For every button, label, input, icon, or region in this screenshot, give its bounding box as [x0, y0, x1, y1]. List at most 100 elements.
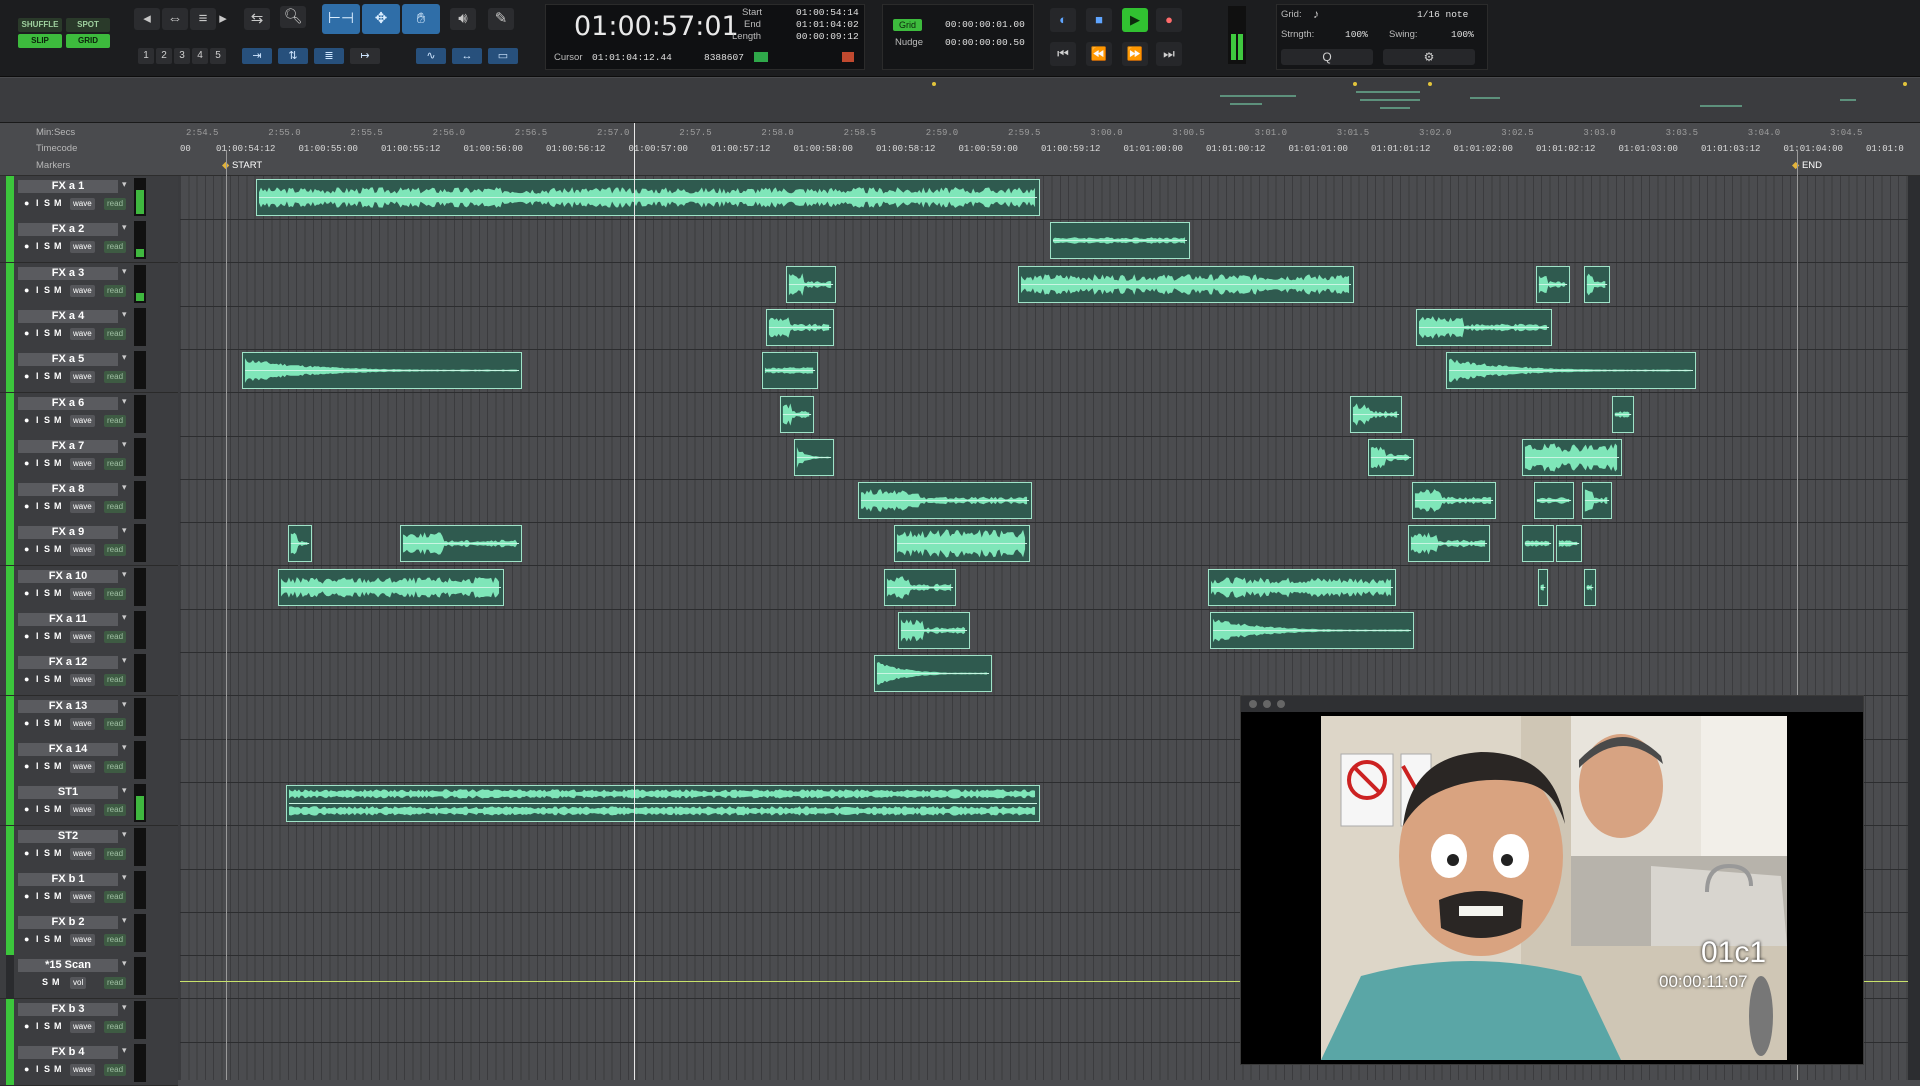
track-header[interactable]: FX b 2 ▾ ● I S Mwave read	[0, 912, 178, 956]
track-menu-icon[interactable]: ▾	[122, 179, 127, 190]
automation-mode[interactable]: read	[104, 241, 127, 253]
automation-mode[interactable]: read	[104, 588, 127, 600]
record-enable-icon[interactable]: ●	[24, 544, 29, 554]
input-button[interactable]: I	[36, 848, 39, 858]
view-selector[interactable]: wave	[70, 1021, 95, 1033]
track-name[interactable]: FX a 14	[18, 743, 118, 756]
zoomer-tool-icon[interactable]: 🔍︎	[280, 6, 306, 28]
playhead-cursor[interactable]	[634, 123, 635, 1080]
go-to-end-button[interactable]: ⏭	[1156, 42, 1182, 66]
record-enable-icon[interactable]: ●	[24, 588, 29, 598]
record-enable-icon[interactable]: ●	[24, 458, 29, 468]
view-selector[interactable]: wave	[70, 415, 95, 427]
mute-button[interactable]: M	[54, 674, 62, 684]
mute-button[interactable]: M	[54, 198, 62, 208]
solo-button[interactable]: S	[44, 415, 50, 425]
record-enable-icon[interactable]: ●	[24, 891, 29, 901]
audio-clip[interactable]	[256, 179, 1040, 216]
mute-button[interactable]: M	[54, 285, 62, 295]
solo-button[interactable]: S	[44, 674, 50, 684]
track-header[interactable]: ST2 ▾ ● I S Mwave read	[0, 826, 178, 870]
video-titlebar[interactable]	[1241, 696, 1863, 712]
solo-button[interactable]: S	[44, 588, 50, 598]
track-header[interactable]: *15 Scan ▾ S Mvol read	[0, 955, 178, 999]
view-selector[interactable]: wave	[70, 501, 95, 513]
record-enable-icon[interactable]: ●	[24, 761, 29, 771]
record-enable-icon[interactable]: ●	[24, 804, 29, 814]
audio-clip[interactable]	[242, 352, 522, 389]
track-name[interactable]: FX a 12	[18, 656, 118, 669]
track-menu-icon[interactable]: ▾	[122, 309, 127, 320]
track-name[interactable]: FX a 10	[18, 570, 118, 583]
online-icon[interactable]: ◐	[1050, 8, 1076, 32]
track-lane[interactable]	[180, 349, 1920, 393]
audio-clip[interactable]	[1538, 569, 1548, 606]
play-button[interactable]: ▶	[1122, 8, 1148, 32]
link-track-icon[interactable]: ≣	[314, 48, 344, 64]
audio-clip[interactable]	[1584, 266, 1610, 303]
mute-button[interactable]: M	[54, 718, 62, 728]
audio-clip[interactable]	[286, 785, 1040, 822]
track-header[interactable]: FX a 13 ▾ ● I S Mwave read	[0, 696, 178, 740]
audio-clip[interactable]	[1368, 439, 1414, 476]
view-selector[interactable]: wave	[70, 1064, 95, 1076]
record-enable-icon[interactable]: ●	[24, 198, 29, 208]
audio-clip[interactable]	[1208, 569, 1396, 606]
swing-value[interactable]: 100%	[1451, 29, 1474, 40]
automation-mode[interactable]: read	[104, 458, 127, 470]
audio-clip[interactable]	[794, 439, 834, 476]
quantize-note-value[interactable]: 1/16 note	[1417, 9, 1468, 20]
mute-button[interactable]: M	[54, 501, 62, 511]
track-header[interactable]: FX a 1 ▾ ● I S Mwave read	[0, 176, 178, 220]
track-name[interactable]: FX a 13	[18, 700, 118, 713]
track-name[interactable]: FX a 2	[18, 223, 118, 236]
scrubber-tool-icon[interactable]: 🔊︎	[450, 8, 476, 30]
automation-follows-icon[interactable]: ↔	[452, 48, 482, 64]
input-button[interactable]: I	[36, 934, 39, 944]
track-header[interactable]: FX a 6 ▾ ● I S Mwave read	[0, 393, 178, 437]
record-enable-icon[interactable]: ●	[24, 328, 29, 338]
mute-button[interactable]: M	[54, 588, 62, 598]
tab-to-transient-icon[interactable]: ⇥	[242, 48, 272, 64]
spot-mode-button[interactable]: SPOT	[66, 18, 110, 32]
track-lane[interactable]	[180, 219, 1920, 263]
audio-clip[interactable]	[1536, 266, 1570, 303]
audio-clip[interactable]	[1210, 612, 1414, 649]
automation-mode[interactable]: read	[104, 1021, 127, 1033]
track-menu-icon[interactable]: ▾	[122, 872, 127, 883]
view-selector[interactable]: wave	[70, 285, 95, 297]
track-header[interactable]: FX a 4 ▾ ● I S Mwave read	[0, 306, 178, 350]
input-button[interactable]: I	[36, 198, 39, 208]
automation-mode[interactable]: read	[104, 198, 127, 210]
solo-button[interactable]: S	[44, 241, 50, 251]
track-name[interactable]: FX a 8	[18, 483, 118, 496]
record-enable-icon[interactable]: ●	[24, 415, 29, 425]
track-lane[interactable]	[180, 176, 1920, 220]
grid-value[interactable]: 00:00:00:01.00	[945, 19, 1025, 30]
input-button[interactable]: I	[36, 674, 39, 684]
solo-button[interactable]: S	[44, 761, 50, 771]
track-name[interactable]: FX b 3	[18, 1003, 118, 1016]
track-menu-icon[interactable]: ▾	[122, 1045, 127, 1056]
record-enable-icon[interactable]: ●	[24, 1021, 29, 1031]
track-menu-icon[interactable]: ▾	[122, 699, 127, 710]
shuffle-mode-button[interactable]: SHUFFLE	[18, 18, 62, 32]
view-selector[interactable]: wave	[70, 328, 95, 340]
grabber-tool-icon[interactable]: ✋︎	[402, 4, 440, 34]
automation-mode[interactable]: read	[104, 804, 127, 816]
solo-button[interactable]: S	[44, 285, 50, 295]
track-header[interactable]: FX a 5 ▾ ● I S Mwave read	[0, 349, 178, 393]
mirror-midi-icon[interactable]: ∿	[416, 48, 446, 64]
track-menu-icon[interactable]: ▾	[122, 742, 127, 753]
track-name[interactable]: FX a 4	[18, 310, 118, 323]
insertion-follows-icon[interactable]: ↦	[350, 48, 380, 64]
mute-button[interactable]: M	[54, 544, 62, 554]
track-name[interactable]: FX a 9	[18, 526, 118, 539]
automation-mode[interactable]: read	[104, 1064, 127, 1076]
audio-clip[interactable]	[874, 655, 992, 692]
length-value[interactable]: 00:00:09:12	[796, 31, 859, 42]
slip-mode-button[interactable]: SLIP	[18, 34, 62, 48]
track-menu-icon[interactable]: ▾	[122, 482, 127, 493]
track-header[interactable]: FX a 12 ▾ ● I S Mwave read	[0, 652, 178, 696]
track-header[interactable]: FX a 9 ▾ ● I S Mwave read	[0, 522, 178, 566]
